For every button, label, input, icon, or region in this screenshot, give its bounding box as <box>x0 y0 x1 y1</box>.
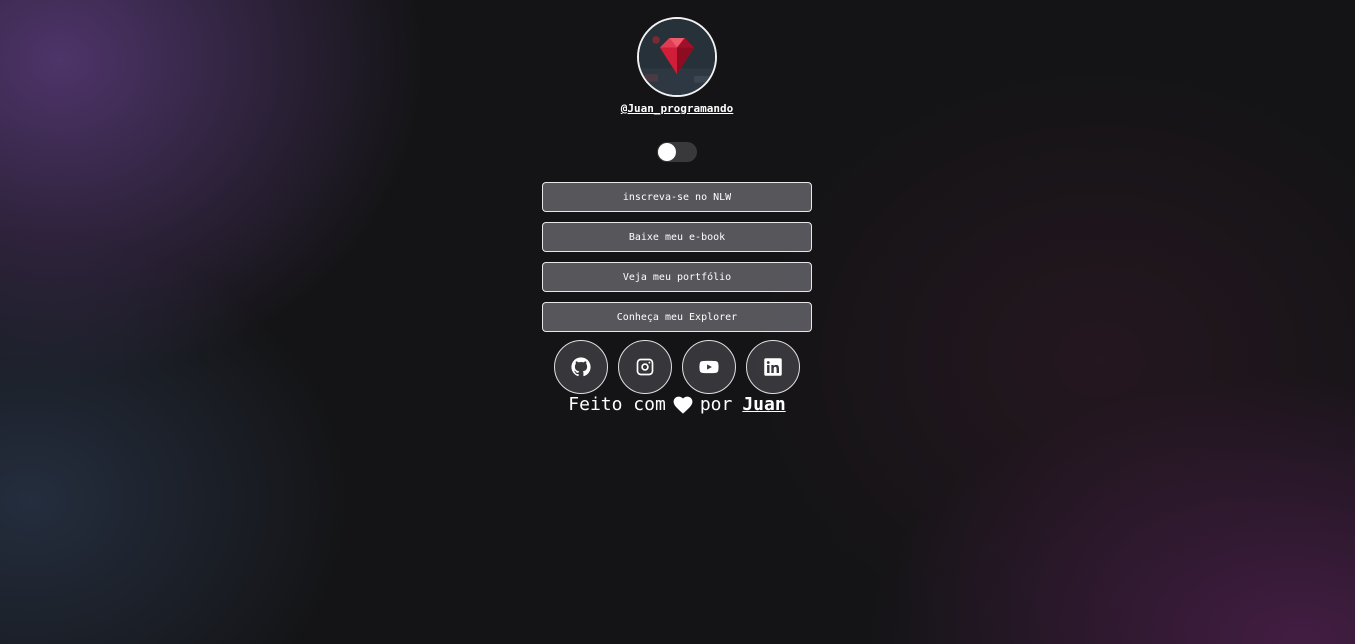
link-button-explorer[interactable]: Conheça meu Explorer <box>542 302 812 332</box>
youtube-icon <box>699 360 719 374</box>
link-button-nlw[interactable]: inscreva-se no NLW <box>542 182 812 212</box>
footer-credit: Feito com por Juan <box>568 394 785 416</box>
social-links <box>554 340 800 394</box>
instagram-icon <box>636 358 654 376</box>
linkedin-link[interactable] <box>746 340 800 394</box>
link-button-portfolio[interactable]: Veja meu portfólio <box>542 262 812 292</box>
link-button-ebook[interactable]: Baixe meu e-book <box>542 222 812 252</box>
heart-icon <box>673 396 693 414</box>
github-icon <box>571 357 591 377</box>
github-link[interactable] <box>554 340 608 394</box>
avatar <box>637 17 717 97</box>
theme-toggle-switch[interactable] <box>657 142 697 162</box>
footer-author-link[interactable]: Juan <box>742 394 785 416</box>
ruby-gem-icon <box>639 19 715 95</box>
instagram-link[interactable] <box>618 340 672 394</box>
profile-container: @Juan_programando inscreva-se no NLW Bai… <box>542 17 812 416</box>
profile-handle[interactable]: @Juan_programando <box>621 102 734 116</box>
switch-knob <box>658 143 676 161</box>
linkedin-icon <box>764 358 782 376</box>
footer-prefix: Feito com <box>568 394 666 415</box>
youtube-link[interactable] <box>682 340 736 394</box>
footer-middle: por <box>699 394 733 415</box>
link-list: inscreva-se no NLW Baixe meu e-book Veja… <box>542 182 812 342</box>
